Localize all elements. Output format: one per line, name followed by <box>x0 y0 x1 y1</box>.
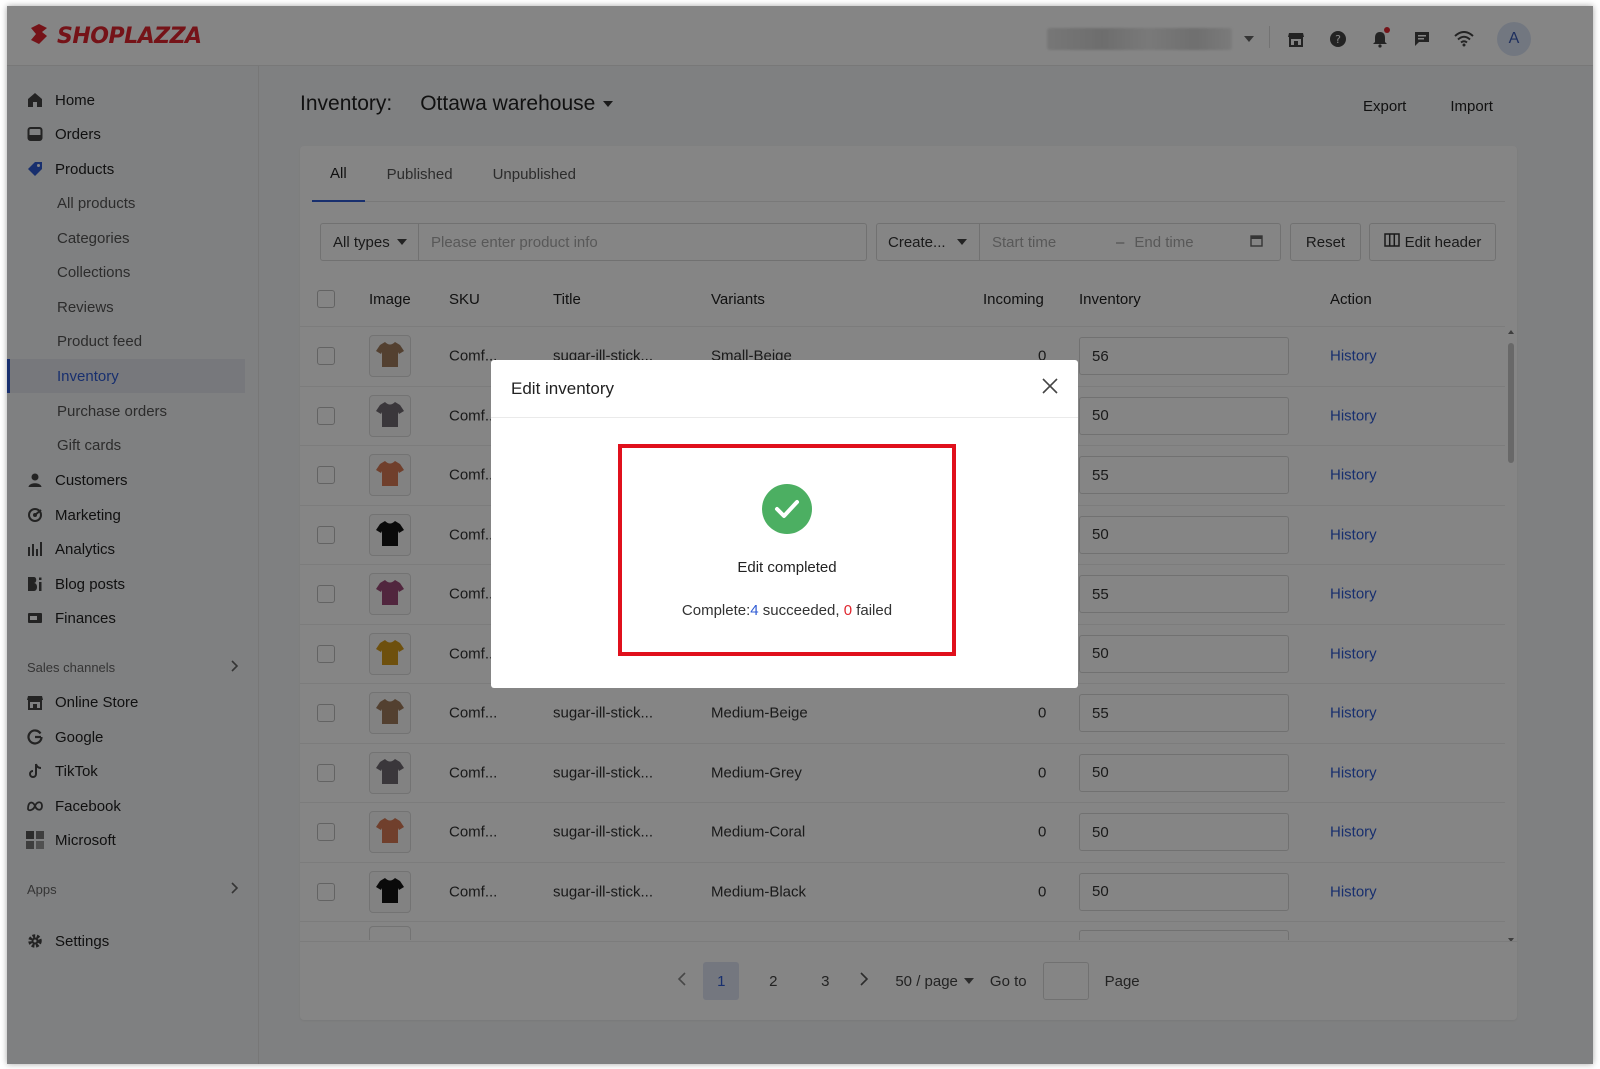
check-circle-icon <box>762 484 812 534</box>
summary-prefix: Complete: <box>681 602 751 619</box>
succeeded-label: succeeded, <box>758 602 844 619</box>
close-icon[interactable] <box>1042 378 1058 399</box>
app-window: SHOPLAZZA ? A Home Orders Products All p… <box>7 6 1593 1064</box>
edit-inventory-dialog: Edit inventory Edit completed Complete:4… <box>491 360 1078 688</box>
result-highlight-box: Edit completed Complete:4 succeeded, 0 f… <box>618 444 956 656</box>
dialog-header: Edit inventory <box>491 360 1078 418</box>
result-status: Edit completed <box>737 559 837 576</box>
succeeded-count: 4 <box>750 602 759 619</box>
failed-count: 0 <box>843 602 853 619</box>
failed-label: failed <box>852 602 893 619</box>
dialog-title: Edit inventory <box>511 378 614 398</box>
result-summary: Complete:4 succeeded, 0 failed <box>682 602 892 619</box>
